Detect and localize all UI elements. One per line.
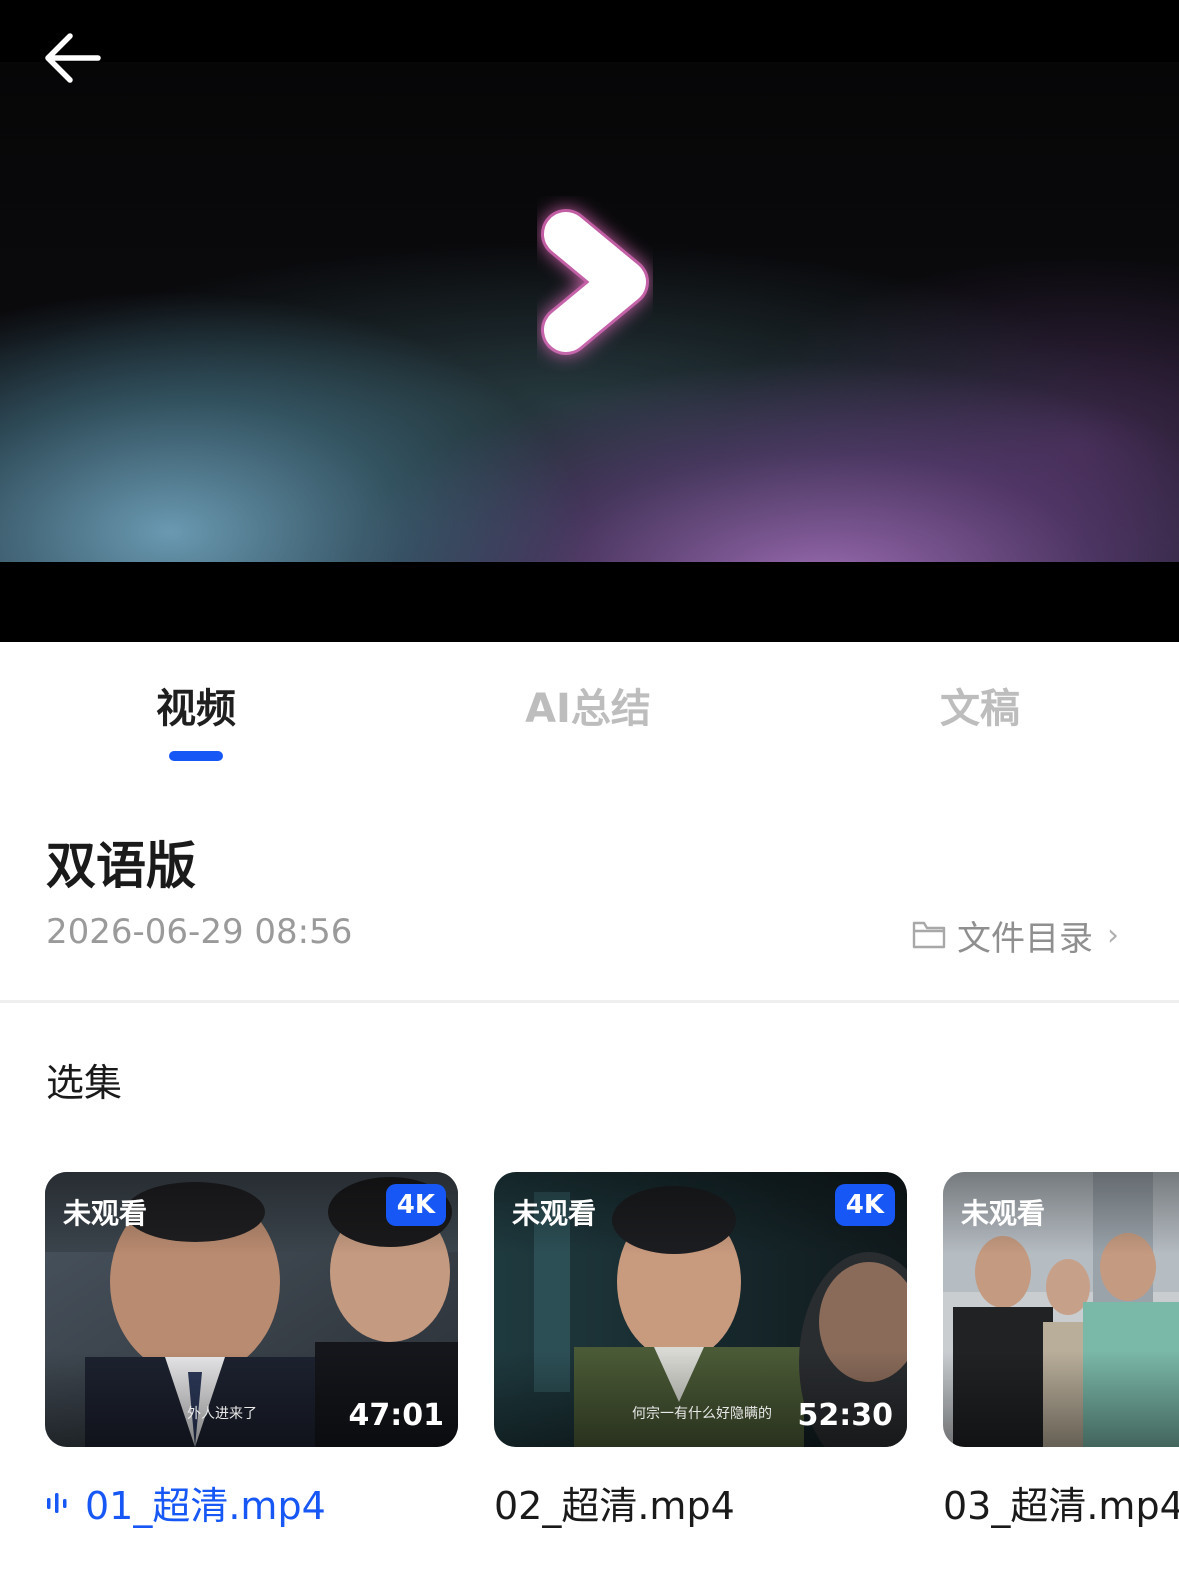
- episode-name: 03_超清.mp4: [943, 1484, 1179, 1528]
- episode-subtitle: 何宗一有什么好隐瞒的: [632, 1406, 772, 1422]
- episodes-section-title: 选集: [46, 1061, 123, 1105]
- tab-bar: 视频 AI总结 文稿: [0, 648, 1179, 768]
- file-directory-link[interactable]: 文件目录 ›: [911, 910, 1119, 960]
- chevron-right-icon: ›: [1107, 917, 1119, 953]
- watch-status-badge: 未观看: [961, 1197, 1046, 1230]
- episode-thumbnail: 未观看 4K 外人进来了 47:01: [45, 1172, 458, 1447]
- episode-name-row: 02_超清.mp4: [494, 1475, 907, 1530]
- episode-name-row: 01_超清.mp4: [45, 1475, 458, 1530]
- episode-subtitle: 外人进来了: [187, 1406, 257, 1422]
- playing-wave-icon: [47, 1492, 67, 1513]
- video-datetime: 2026-06-29 08:56: [46, 912, 353, 952]
- watch-status-badge: 未观看: [512, 1197, 597, 1230]
- quality-badge: 4K: [834, 1184, 895, 1226]
- episode-duration: 52:30: [797, 1398, 894, 1433]
- episode-name: 01_超清.mp4: [85, 1484, 326, 1528]
- video-player[interactable]: [0, 0, 1179, 642]
- tab-indicator: [169, 751, 223, 761]
- back-arrow-icon[interactable]: [36, 26, 108, 90]
- episode-card-3[interactable]: 未观看 03_超清.mp4: [943, 1172, 1179, 1530]
- episode-duration: 47:01: [348, 1398, 445, 1433]
- tab-video[interactable]: 视频: [66, 676, 326, 734]
- episode-name-row: 03_超清.mp4: [943, 1475, 1179, 1530]
- folder-icon: [912, 921, 946, 949]
- brand-logo-icon: [541, 209, 649, 355]
- tab-transcript[interactable]: 文稿: [850, 676, 1110, 734]
- divider: [0, 1000, 1179, 1003]
- quality-badge: 4K: [385, 1184, 446, 1226]
- video-title: 双语版: [46, 837, 196, 895]
- file-directory-label: 文件目录: [957, 918, 1093, 959]
- tab-ai-summary[interactable]: AI总结: [458, 676, 718, 734]
- watch-status-badge: 未观看: [63, 1197, 148, 1230]
- episode-name: 02_超清.mp4: [494, 1484, 735, 1528]
- episode-card-2[interactable]: 未观看 4K 何宗一有什么好隐瞒的 52:30 02_超清.mp4: [494, 1172, 907, 1530]
- episode-card-1[interactable]: 未观看 4K 外人进来了 47:01 01_超清.mp4: [45, 1172, 458, 1530]
- episode-thumbnail: 未观看 4K 何宗一有什么好隐瞒的 52:30: [494, 1172, 907, 1447]
- episode-thumbnail: 未观看: [943, 1172, 1179, 1447]
